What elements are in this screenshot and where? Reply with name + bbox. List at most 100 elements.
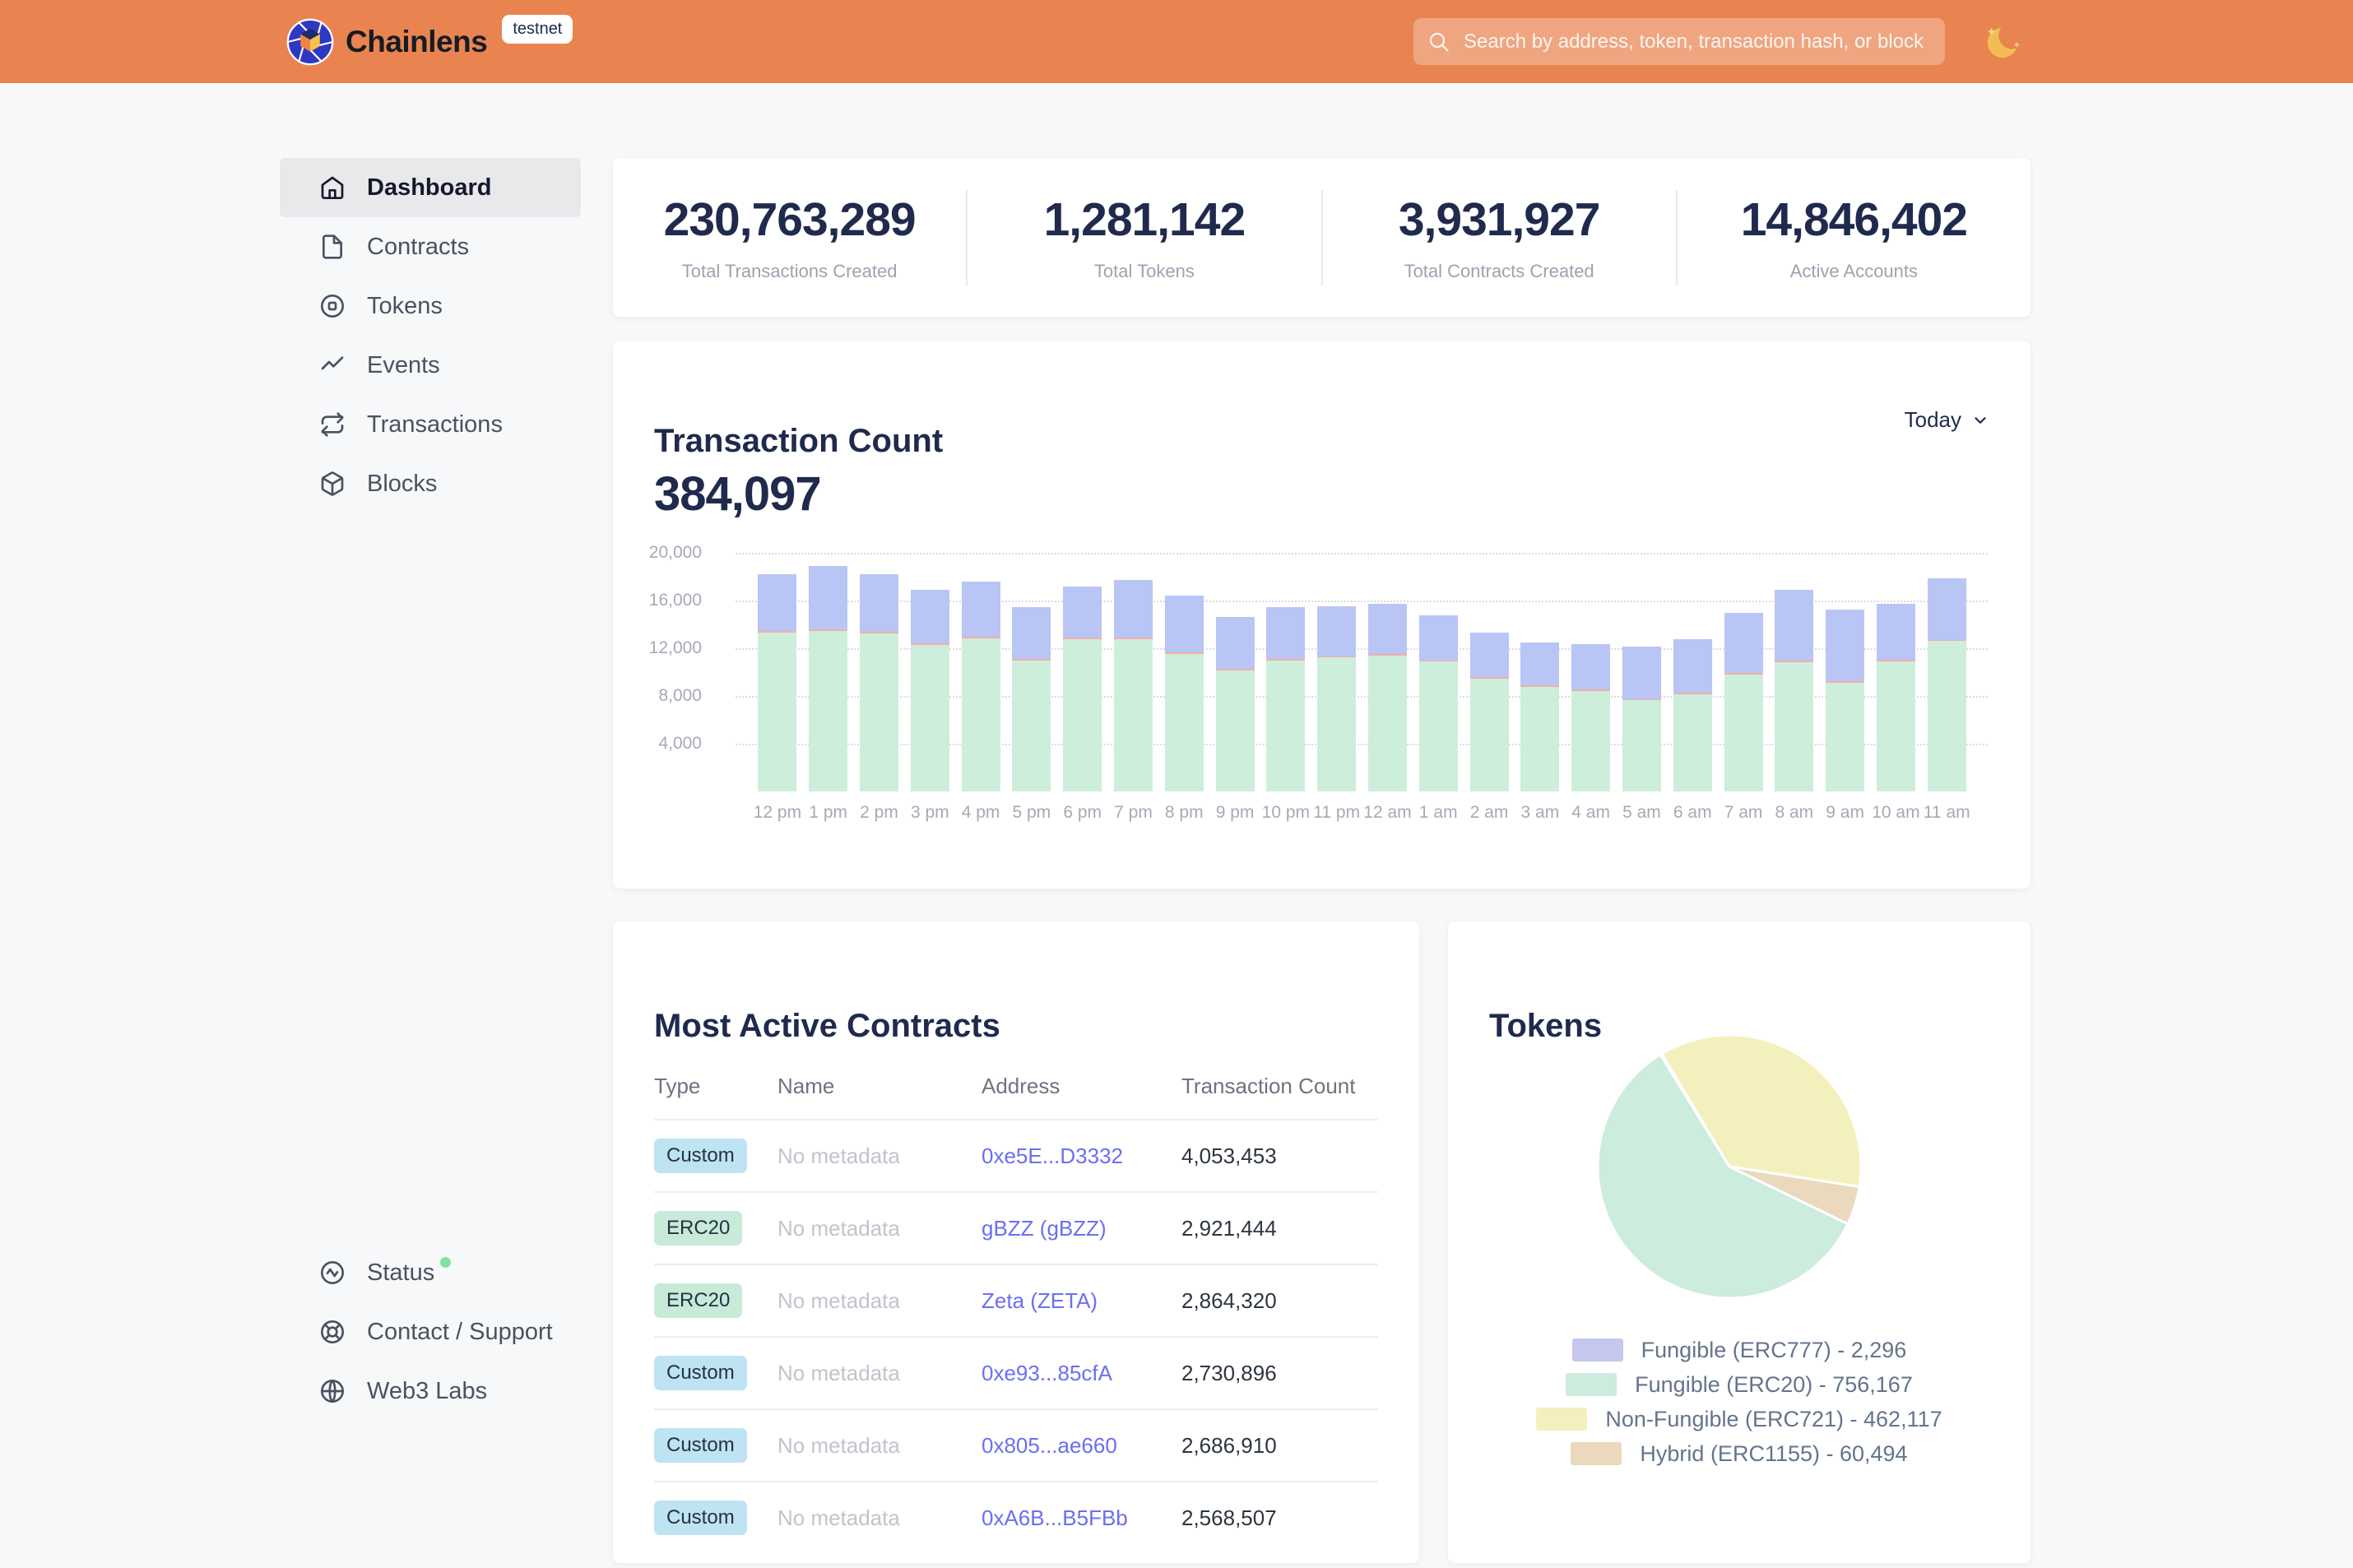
bar-segment-stack-bottom [1826,683,1864,791]
y-axis-tick-label: 16,000 [613,591,702,610]
bar-segment-stack-bottom [911,645,949,791]
table-row: CustomNo metadata0xe93...85cfA2,730,896 [654,1336,1378,1408]
sidebar-item-contact-support[interactable]: Contact / Support [280,1302,581,1362]
contract-address-link[interactable]: 0xe93...85cfA [982,1361,1112,1385]
stacked-bar-9-pm[interactable] [1216,617,1255,791]
brand-name: Chainlens [346,25,487,59]
legend-item-fungible-erc20[interactable]: Fungible (ERC20) - 756,167 [1448,1367,2030,1402]
bar-segment-stack-bottom [1928,641,1966,791]
contract-address-link[interactable]: 0xe5E...D3332 [982,1144,1123,1168]
stacked-bar-8-pm[interactable] [1165,596,1204,791]
sidebar-item-dashboard[interactable]: Dashboard [280,158,581,217]
transaction-count-value: 2,568,507 [1181,1505,1378,1531]
bar-segment-stack-top [1368,604,1407,654]
stacked-bar-1-am[interactable] [1419,615,1458,791]
contract-address-link[interactable]: gBZZ (gBZZ) [982,1216,1107,1241]
type-badge: Custom [654,1356,747,1390]
stacked-bar-4-pm[interactable] [962,582,1000,791]
stacked-bar-6-pm[interactable] [1063,587,1102,791]
sidebar-item-web3-labs[interactable]: Web3 Labs [280,1362,581,1421]
contract-address-link[interactable]: Zeta (ZETA) [982,1288,1098,1313]
contract-address-link[interactable]: 0x805...ae660 [982,1433,1117,1458]
sidebar-item-blocks[interactable]: Blocks [280,454,581,513]
search-input[interactable] [1462,30,1931,54]
x-axis-tick-label: 12 am [1362,803,1413,823]
search-bar [1413,18,1945,65]
bar-segment-stack-bottom [1470,679,1509,792]
stacked-bar-5-pm[interactable] [1012,607,1051,791]
sidebar-item-transactions[interactable]: Transactions [280,395,581,454]
table-row: CustomNo metadata0xe5E...D33324,053,453 [654,1119,1378,1191]
legend-swatch [1571,1442,1622,1465]
legend-item-fungible-erc777[interactable]: Fungible (ERC777) - 2,296 [1448,1333,2030,1367]
transaction-count-value: 2,921,444 [1181,1216,1378,1241]
chainlens-logo-icon [286,18,334,66]
bar-slot [1006,553,1057,791]
stacked-bar-7-pm[interactable] [1114,580,1153,791]
stacked-bar-7-am[interactable] [1724,613,1763,791]
contract-name: No metadata [777,1361,982,1386]
document-icon [319,234,346,260]
period-selector[interactable]: Today [1905,407,1989,433]
token-icon [319,293,346,319]
stacked-bar-12-am[interactable] [1368,604,1407,791]
sidebar-item-contracts[interactable]: Contracts [280,217,581,276]
bar-segment-stack-bottom [1419,661,1458,791]
stacked-bar-1-pm[interactable] [809,566,847,791]
bar-segment-stack-top [1724,613,1763,673]
sidebar-item-status[interactable]: Status [280,1243,581,1302]
legend-label: Non-Fungible (ERC721) - 462,117 [1605,1407,1942,1432]
stacked-bar-10-am[interactable] [1877,604,1915,791]
stat-total-tokens: 1,281,142 Total Tokens [968,193,1320,282]
stacked-bar-4-am[interactable] [1571,644,1610,791]
stacked-bar-9-am[interactable] [1826,610,1864,791]
bar-slot [1057,553,1108,791]
bar-segment-stack-top [911,590,949,643]
legend-item-non-fungible-erc721[interactable]: Non-Fungible (ERC721) - 462,117 [1448,1402,2030,1436]
bar-segment-stack-top [1063,587,1102,638]
stacked-bar-11-am[interactable] [1928,578,1966,791]
stacked-bar-3-am[interactable] [1520,643,1559,791]
legend-label: Fungible (ERC20) - 756,167 [1635,1372,1913,1398]
column-header-transaction-count: Transaction Count [1181,1074,1378,1099]
contract-address-link[interactable]: 0xA6B...B5FBb [982,1505,1128,1530]
bar-segment-stack-bottom [1317,657,1356,791]
globe-icon [319,1378,346,1404]
legend-swatch [1572,1338,1623,1362]
stacked-bar-3-pm[interactable] [911,590,949,791]
bar-chart-x-labels: 12 pm1 pm2 pm3 pm4 pm5 pm6 pm7 pm8 pm9 p… [752,803,1972,823]
app-header: Chainlens testnet [0,0,2353,83]
contract-name: No metadata [777,1433,982,1459]
stacked-bar-2-pm[interactable] [860,574,898,791]
sidebar-item-events[interactable]: Events [280,336,581,395]
sidebar-item-label: Tokens [367,293,443,320]
brand[interactable]: Chainlens testnet [286,0,573,83]
bar-slot [1617,553,1668,791]
x-axis-tick-label: 7 pm [1108,803,1159,823]
contracts-table: TypeNameAddressTransaction Count CustomN… [654,1053,1378,1553]
dark-mode-toggle[interactable] [1984,22,2022,60]
bar-slot [1362,553,1413,791]
stacked-bar-10-pm[interactable] [1266,607,1305,791]
sidebar-item-tokens[interactable]: Tokens [280,276,581,336]
sidebar-item-label: Blocks [367,471,437,498]
stacked-bar-12-pm[interactable] [758,574,796,791]
stacked-bar-6-am[interactable] [1673,639,1712,791]
bar-slot [1311,553,1362,791]
y-axis-tick-label: 4,000 [613,734,702,754]
type-badge: Custom [654,1501,747,1535]
most-active-contracts-card: Most Active Contracts TypeNameAddressTra… [613,921,1419,1563]
sidebar-item-label: Contracts [367,234,469,261]
stats-card: 230,763,289 Total Transactions Created1,… [613,158,2030,317]
stat-value: 230,763,289 [613,193,966,247]
bar-segment-stack-bottom [1063,639,1102,792]
legend-label: Hybrid (ERC1155) - 60,494 [1640,1441,1907,1467]
stacked-bar-8-am[interactable] [1775,590,1813,791]
repeat-icon [319,411,346,438]
legend-item-hybrid-erc1155[interactable]: Hybrid (ERC1155) - 60,494 [1448,1436,2030,1471]
stacked-bar-11-pm[interactable] [1317,606,1356,791]
stacked-bar-5-am[interactable] [1622,647,1661,791]
bar-slot [803,553,854,791]
bar-slot [904,553,955,791]
stacked-bar-2-am[interactable] [1470,633,1509,791]
